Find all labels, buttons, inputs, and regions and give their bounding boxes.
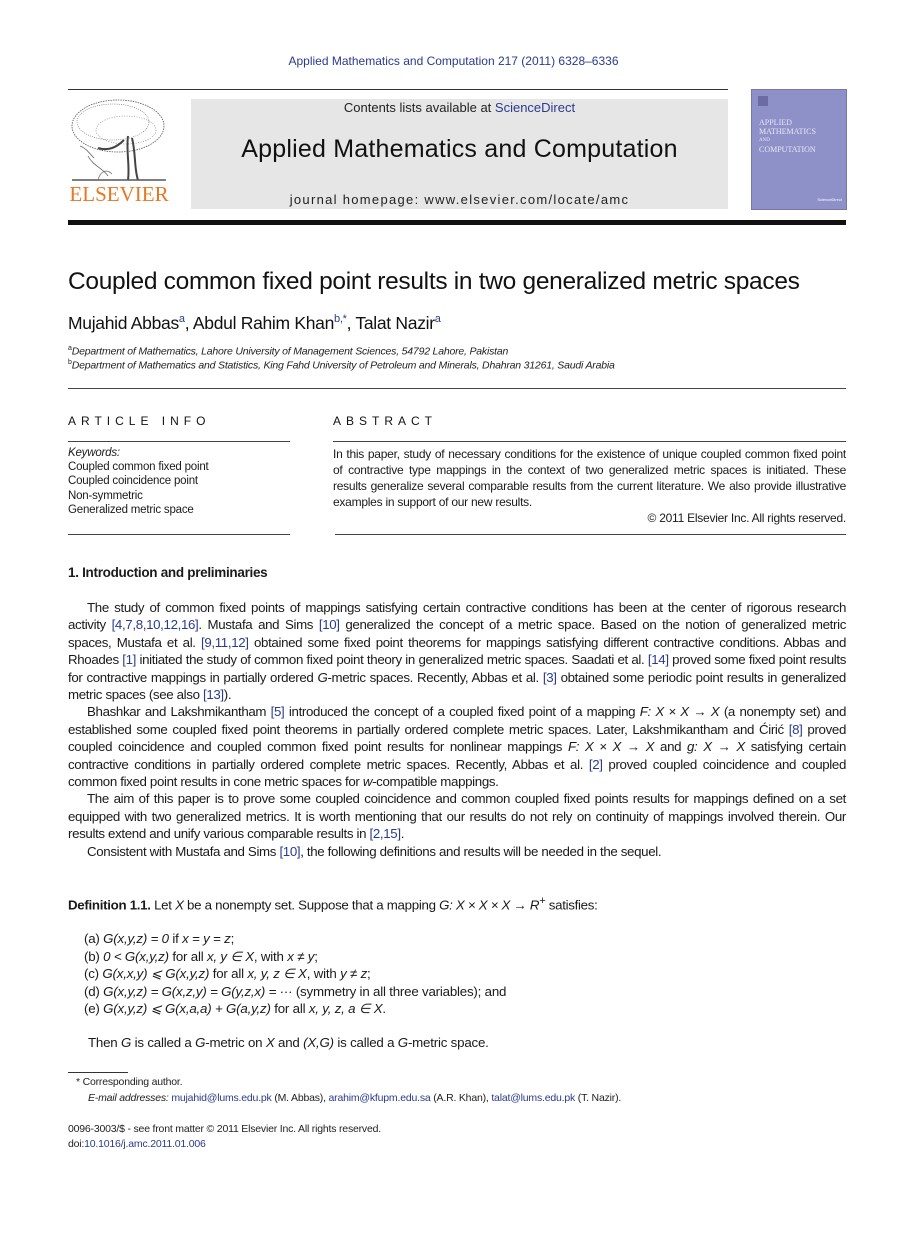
journal-banner: Contents lists available at ScienceDirec… — [191, 99, 728, 209]
definition-condition: (a) G(x,y,z) = 0 if x = y = z; — [84, 931, 235, 946]
sciencedirect-link[interactable]: ScienceDirect — [495, 100, 575, 115]
article-info-rule — [68, 441, 290, 442]
citation-link[interactable]: [13] — [203, 687, 224, 702]
abstract-bottom-rule — [335, 534, 846, 535]
corresponding-author-note: * Corresponding author. — [76, 1076, 183, 1088]
section-heading: 1. Introduction and preliminaries — [68, 565, 268, 580]
article-info-bottom-rule — [68, 534, 290, 535]
section-rule — [68, 388, 846, 389]
abstract-body: In this paper, study of necessary condit… — [333, 446, 846, 526]
doi-line: doi:10.1016/j.amc.2011.01.006 — [68, 1138, 206, 1150]
abstract-copyright: © 2011 Elsevier Inc. All rights reserved… — [647, 511, 847, 525]
journal-cover-thumbnail[interactable]: APPLIED MATHEMATICS AND COMPUTATION Scie… — [751, 89, 847, 210]
email-link[interactable]: talat@lums.edu.pk — [491, 1092, 575, 1104]
paragraph: The study of common fixed points of mapp… — [68, 600, 847, 703]
paragraph: The aim of this paper is to prove some c… — [68, 791, 846, 842]
header-thick-rule — [68, 220, 846, 225]
citation-link[interactable]: [8] — [789, 722, 803, 737]
affiliation-link[interactable]: a — [435, 313, 441, 325]
definition-condition: (e) G(x,y,z) ⩽ G(x,a,a) + G(a,y,z) for a… — [84, 1001, 386, 1016]
definition-conclusion: Then G is called a G-metric on X and (X,… — [88, 1035, 489, 1050]
issn-line: 0096-3003/$ - see front matter © 2011 El… — [68, 1123, 381, 1135]
contents-line: Contents lists available at ScienceDirec… — [343, 100, 576, 115]
paragraph: Consistent with Mustafa and Sims [10], t… — [87, 843, 662, 859]
definition-condition: (b) 0 < G(x,y,z) for all x, y ∈ X, with … — [84, 949, 318, 964]
doi-link[interactable]: 10.1016/j.amc.2011.01.006 — [84, 1138, 206, 1150]
citation-link[interactable]: [2] — [589, 757, 603, 772]
elsevier-emblem-icon — [758, 96, 768, 106]
journal-citation-link[interactable]: Applied Mathematics and Computation 217 … — [0, 54, 907, 68]
abstract-text: In this paper, study of necessary condit… — [333, 447, 846, 509]
article-title: Coupled common fixed point results in tw… — [68, 268, 800, 295]
email-link[interactable]: arahim@kfupm.edu.sa — [329, 1092, 431, 1104]
definition-condition: (d) G(x,y,z) = G(x,z,y) = G(y,z,x) = ···… — [84, 984, 507, 999]
author-name: Talat Nazir — [355, 313, 435, 333]
section-body: The study of common fixed points of mapp… — [68, 599, 846, 860]
email-addresses: E-mail addresses: mujahid@lums.edu.pk (M… — [88, 1092, 622, 1104]
citation-link[interactable]: [1] — [122, 652, 136, 667]
affiliation: aDepartment of Mathematics, Lahore Unive… — [68, 345, 509, 358]
affiliation-link[interactable]: b,* — [334, 313, 347, 325]
keyword: Coupled coincidence point — [68, 475, 198, 488]
cover-title: APPLIED MATHEMATICS AND COMPUTATION — [759, 118, 816, 154]
email-link[interactable]: mujahid@lums.edu.pk — [171, 1092, 271, 1104]
elsevier-wordmark: ELSEVIER — [69, 182, 169, 206]
author-name: Abdul Rahim Khan — [192, 313, 335, 333]
definition-statement: Definition 1.1. Let X be a nonempty set.… — [68, 895, 598, 913]
keywords-block: Keywords: Coupled common fixed point Cou… — [68, 446, 209, 517]
journal-title: Applied Mathematics and Computation — [241, 135, 678, 163]
elsevier-logo[interactable]: ELSEVIER — [68, 96, 170, 210]
cover-sciencedirect-badge: ScienceDirect — [817, 197, 842, 202]
keyword: Non-symmetric — [68, 489, 143, 502]
keyword: Generalized metric space — [68, 503, 194, 516]
abstract-heading: ABSTRACT — [333, 414, 438, 428]
citation-link[interactable]: [14] — [648, 652, 669, 667]
citation-link[interactable]: [9,11,12] — [201, 635, 249, 650]
elsevier-tree-icon — [71, 99, 166, 181]
citation-link[interactable]: [10] — [319, 617, 340, 632]
citation-link[interactable]: [2,15] — [370, 826, 402, 841]
keywords-label: Keywords: — [68, 447, 120, 459]
citation-link[interactable]: [4,7,8,10,12,16] — [112, 617, 199, 632]
journal-homepage-link[interactable]: journal homepage: www.elsevier.com/locat… — [191, 192, 728, 207]
keyword: Coupled common fixed point — [68, 461, 209, 474]
article-info-heading: ARTICLE INFO — [68, 414, 211, 428]
affiliation-link[interactable]: a — [179, 313, 185, 325]
citation-link[interactable]: [5] — [271, 704, 285, 719]
affiliation: bDepartment of Mathematics and Statistic… — [68, 359, 615, 372]
abstract-rule — [333, 441, 846, 442]
asterisk-icon: * — [76, 1076, 80, 1088]
author-list: Mujahid Abbasa, Abdul Rahim Khanb,*, Tal… — [68, 313, 441, 333]
header-rule — [68, 89, 728, 90]
paragraph: Bhashkar and Lakshmikantham [5] introduc… — [68, 704, 847, 790]
definition-label: Definition 1.1. — [68, 897, 151, 913]
footnote-rule — [68, 1072, 128, 1073]
citation-link[interactable]: [10] — [279, 844, 300, 859]
definition-condition: (c) G(x,x,y) ⩽ G(x,y,z) for all x, y, z … — [84, 966, 371, 981]
citation-link[interactable]: [3] — [543, 670, 557, 685]
author-name: Mujahid Abbas — [68, 313, 179, 333]
